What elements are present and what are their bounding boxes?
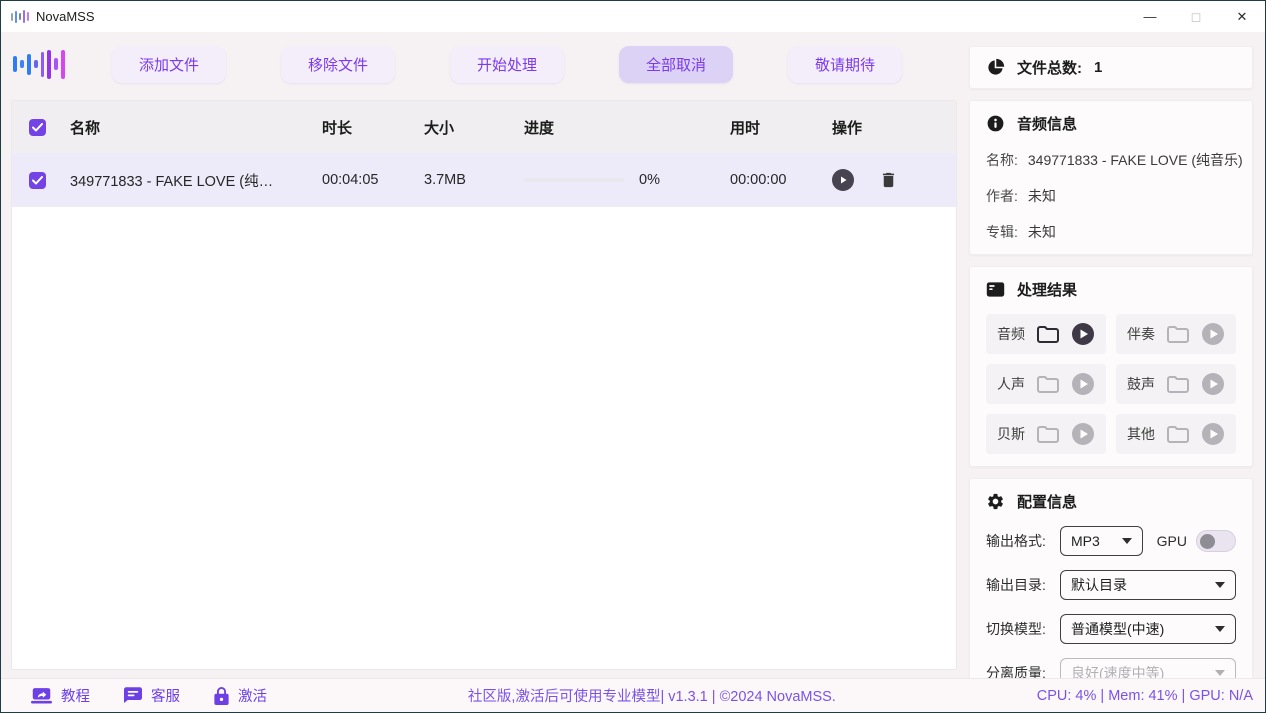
audio-album-label: 专辑: [986,222,1018,242]
row-duration: 00:04:05 [312,172,414,188]
progress-bar [524,178,624,182]
coming-soon-button[interactable]: 敬请期待 [788,46,902,83]
chevron-down-icon [1122,538,1132,544]
result-tile-other: 其他 [1116,414,1236,454]
window-title: NovaMSS [36,9,95,24]
model-label: 切换模型: [986,619,1060,639]
titlebar: NovaMSS — ◻ ✕ [1,1,1265,32]
play-icon [1201,422,1225,446]
maximize-button[interactable]: ◻ [1173,1,1219,32]
file-table: 名称 时长 大小 进度 用时 操作 349771833 - FAKE LOVE … [11,100,957,670]
info-icon [986,114,1005,133]
config-card: 配置信息 输出格式: MP3 GPU 输出目录: 默认目录 [969,478,1253,701]
audio-artist-value: 未知 [1028,186,1056,206]
play-icon [1201,322,1225,346]
result-tile-vocals: 人声 [986,364,1106,404]
audio-info-title: 音频信息 [1017,113,1077,134]
result-tile-accompaniment: 伴奏 [1116,314,1236,354]
play-icon [1201,372,1225,396]
wallet-icon [986,281,1005,298]
gear-icon [986,492,1005,511]
progress-label: 0% [639,172,660,188]
audio-artist-label: 作者: [986,186,1018,206]
header-elapsed: 用时 [720,117,822,138]
chevron-down-icon [1215,582,1225,588]
waveform-logo-icon [13,44,65,84]
output-format-select[interactable]: MP3 [1060,526,1143,556]
toolbar: 添加文件 移除文件 开始处理 全部取消 敬请期待 [1,32,969,96]
tutorial-link[interactable]: 教程 [31,685,90,706]
table-header-row: 名称 时长 大小 进度 用时 操作 [12,101,956,153]
audio-name-value: 349771833 - FAKE LOVE (纯音乐) [1028,150,1243,170]
row-play-button[interactable] [832,169,854,191]
row-checkbox[interactable] [29,172,46,189]
app-icon [11,10,29,24]
system-stats: CPU: 4% | Mem: 41% | GPU: N/A [1037,688,1253,704]
minimize-button[interactable]: — [1127,1,1173,32]
folder-icon [1036,374,1060,394]
audio-info-card: 音频信息 名称: 349771833 - FAKE LOVE (纯音乐) 作者: 未… [969,100,1253,255]
config-title: 配置信息 [1017,491,1077,512]
output-dir-label: 输出目录: [986,575,1060,595]
file-total-label: 文件总数: [1017,57,1082,78]
cancel-all-button[interactable]: 全部取消 [619,46,733,83]
file-total-value: 1 [1094,59,1102,76]
support-link[interactable]: 客服 [124,685,180,706]
play-icon [1071,422,1095,446]
play-icon [1071,372,1095,396]
output-format-label: 输出格式: [986,531,1060,551]
add-files-button[interactable]: 添加文件 [112,46,226,83]
model-select[interactable]: 普通模型(中速) [1060,614,1236,644]
header-size: 大小 [414,117,514,138]
row-size: 3.7MB [414,172,514,188]
chevron-down-icon [1215,626,1225,632]
pie-chart-icon [986,58,1005,77]
gpu-toggle[interactable] [1196,530,1236,552]
audio-album-value: 未知 [1028,222,1056,242]
folder-icon[interactable] [1036,324,1060,344]
folder-icon [1036,424,1060,444]
app-window: NovaMSS — ◻ ✕ 添 [0,0,1266,713]
results-card: 处理结果 音频 伴奏 人声 [969,266,1253,467]
header-duration: 时长 [312,117,414,138]
select-all-checkbox[interactable] [29,119,46,136]
start-processing-button[interactable]: 开始处理 [450,46,564,83]
sidebar: 文件总数: 1 音频信息 名称: 349771833 - FAKE LOVE (纯… [969,32,1265,678]
output-dir-select[interactable]: 默认目录 [1060,570,1236,600]
gpu-label: GPU [1157,533,1187,549]
header-actions: 操作 [822,117,956,138]
header-progress: 进度 [514,117,720,138]
folder-icon [1166,324,1190,344]
edition-notice: 社区版,激活后可使用专业模型| v1.3.1 | ©2024 NovaMSS. [267,685,1037,706]
result-tile-audio: 音频 [986,314,1106,354]
file-total-card: 文件总数: 1 [969,46,1253,89]
row-name: 349771833 - FAKE LOVE (纯… [60,170,312,191]
folder-icon [1166,424,1190,444]
statusbar: 教程 客服 激活 社区版,激活后可使用专业模型| v1.3.1 | ©2024 … [1,678,1265,712]
chat-icon [124,687,142,704]
lock-icon [214,687,229,705]
remove-files-button[interactable]: 移除文件 [281,46,395,83]
table-row[interactable]: 349771833 - FAKE LOVE (纯… 00:04:05 3.7MB… [12,153,956,207]
folder-icon [1166,374,1190,394]
results-title: 处理结果 [1017,279,1077,300]
result-tile-drums: 鼓声 [1116,364,1236,404]
chevron-down-icon [1215,670,1225,676]
activate-link[interactable]: 激活 [214,685,267,706]
result-tile-bass: 贝斯 [986,414,1106,454]
play-icon[interactable] [1071,322,1095,346]
close-button[interactable]: ✕ [1219,1,1265,32]
audio-name-label: 名称: [986,150,1018,170]
tutorial-icon [31,688,52,704]
row-delete-button[interactable] [879,170,898,190]
header-name: 名称 [60,117,312,138]
row-elapsed: 00:00:00 [720,172,822,188]
